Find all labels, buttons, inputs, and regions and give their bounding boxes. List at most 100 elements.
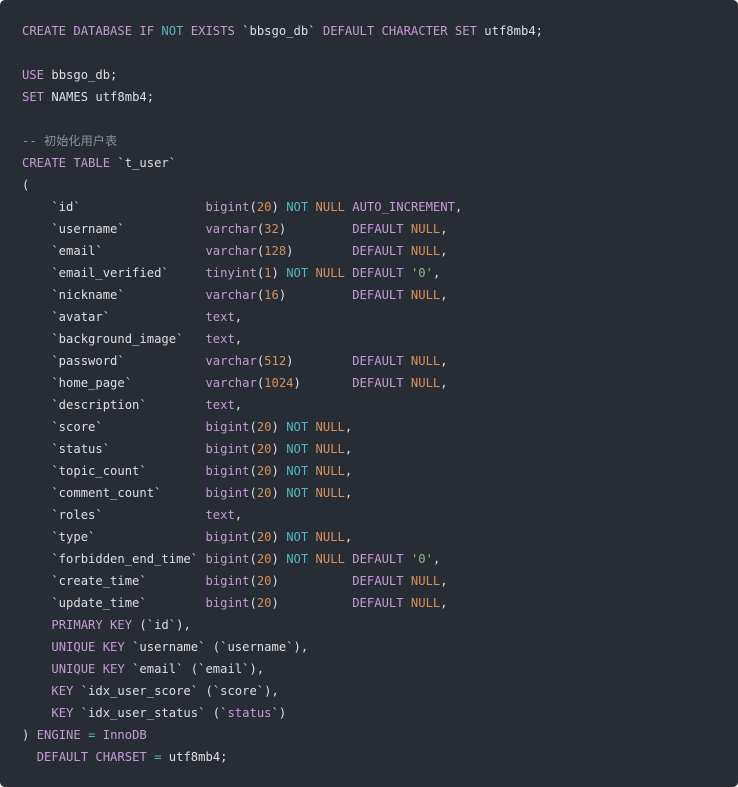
code-line: CREATE TABLE `t_user`	[22, 152, 738, 174]
code-line: DEFAULT CHARSET = utf8mb4;	[22, 746, 738, 768]
literal-token: 20	[256, 464, 272, 478]
sql-code: CREATE DATABASE IF NOT EXISTS `bbsgo_db`…	[22, 20, 738, 768]
text-token: ,	[234, 332, 243, 346]
text-token: `bbsgo_db`	[242, 24, 323, 38]
text-token: `create_time`	[22, 574, 206, 588]
operator-token: NOT	[286, 442, 309, 456]
keyword-token: DEFAULT	[352, 596, 411, 610]
code-line: ) ENGINE = InnoDB	[22, 724, 738, 746]
text-token: (	[22, 178, 30, 192]
text-token: `email`	[22, 244, 206, 258]
text-token: )	[271, 552, 287, 566]
code-line: SET NAMES utf8mb4;	[22, 86, 738, 108]
code-line: `update_time` bigint(20) DEFAULT NULL,	[22, 592, 738, 614]
keyword-token: text	[205, 508, 235, 522]
code-block: CREATE DATABASE IF NOT EXISTS `bbsgo_db`…	[0, 0, 738, 787]
keyword-token: DEFAULT	[352, 244, 411, 258]
text-token: `)	[271, 706, 287, 720]
text-token: )	[271, 200, 287, 214]
code-line: `avatar` text,	[22, 306, 738, 328]
keyword-token: EXISTS	[183, 24, 243, 38]
keyword-token: tinyint	[205, 266, 257, 280]
code-line: `background_image` text,	[22, 328, 738, 350]
code-line: `score` bigint(20) NOT NULL,	[22, 416, 738, 438]
literal-token: 128	[264, 244, 287, 258]
text-token: `email` (`email`),	[124, 662, 265, 676]
code-line: `forbidden_end_time` bigint(20) NOT NULL…	[22, 548, 738, 570]
text-token: `forbidden_end_time`	[22, 552, 206, 566]
keyword-token: varchar	[205, 354, 257, 368]
operator-token: NOT	[286, 266, 309, 280]
code-line: `username` varchar(32) DEFAULT NULL,	[22, 218, 738, 240]
keyword-token: varchar	[205, 288, 257, 302]
literal-token: NULL	[315, 464, 345, 478]
text-token: `comment_count`	[22, 486, 206, 500]
code-line: `nickname` varchar(16) DEFAULT NULL,	[22, 284, 738, 306]
code-line: `type` bigint(20) NOT NULL,	[22, 526, 738, 548]
code-line: `create_time` bigint(20) DEFAULT NULL,	[22, 570, 738, 592]
keyword-token: PRIMARY KEY	[51, 618, 133, 632]
text-token: )	[271, 420, 287, 434]
literal-token: 20	[256, 530, 272, 544]
code-line: `description` text,	[22, 394, 738, 416]
keyword-token: bigint	[205, 596, 250, 610]
text-token: ,	[234, 310, 243, 324]
keyword-token: UNIQUE KEY	[51, 640, 125, 654]
text-token: ,	[234, 398, 243, 412]
keyword-token: USE	[22, 68, 52, 82]
text-token: `idx_user_status` (`	[73, 706, 228, 720]
code-line: `topic_count` bigint(20) NOT NULL,	[22, 460, 738, 482]
text-token: (	[249, 486, 257, 500]
keyword-token: bigint	[205, 552, 250, 566]
text-token: (	[249, 574, 257, 588]
text-token: `home_page`	[22, 376, 206, 390]
operator-token: NOT	[286, 464, 309, 478]
text-token: ,	[440, 244, 448, 258]
literal-token: NULL	[315, 552, 345, 566]
text-token: )	[271, 574, 353, 588]
literal-token: 1	[264, 266, 272, 280]
text-token: `type`	[22, 530, 206, 544]
keyword-token: DEFAULT CHARSET	[36, 750, 147, 764]
text-token: utf8mb4;	[484, 24, 543, 38]
text-token: `update_time`	[22, 596, 206, 610]
text-token: ,	[440, 376, 448, 390]
text-token: ,	[344, 530, 353, 544]
keyword-token: bigint	[205, 464, 250, 478]
text-token: `background_image`	[22, 332, 206, 346]
string-token: '0'	[410, 266, 433, 280]
code-line: (	[22, 174, 738, 196]
literal-token: NULL	[410, 288, 441, 302]
literal-token: NULL	[315, 486, 345, 500]
text-token: `id`	[22, 200, 206, 214]
text-token: `score`	[22, 420, 206, 434]
text-token: `username`	[22, 222, 206, 236]
text-token: ,	[344, 464, 353, 478]
text-token: `description`	[22, 398, 206, 412]
operator-token: NOT	[286, 530, 309, 544]
code-line: `password` varchar(512) DEFAULT NULL,	[22, 350, 738, 372]
literal-token: NULL	[315, 530, 345, 544]
code-line: PRIMARY KEY (`id`),	[22, 614, 738, 636]
literal-token: NULL	[315, 200, 345, 214]
text-token: )	[271, 266, 287, 280]
literal-token: NULL	[315, 266, 345, 280]
literal-token: NULL	[410, 376, 441, 390]
text-token: NAMES utf8mb4;	[51, 90, 155, 104]
literal-token: 20	[256, 574, 272, 588]
operator-token: NOT	[161, 24, 184, 38]
text-token: `roles`	[22, 508, 206, 522]
text-token: `nickname`	[22, 288, 206, 302]
comment-token: -- 初始化用户表	[22, 134, 118, 148]
keyword-token: status	[227, 706, 272, 720]
literal-token: 20	[256, 420, 272, 434]
text-token: `password`	[22, 354, 206, 368]
literal-token: NULL	[315, 442, 345, 456]
